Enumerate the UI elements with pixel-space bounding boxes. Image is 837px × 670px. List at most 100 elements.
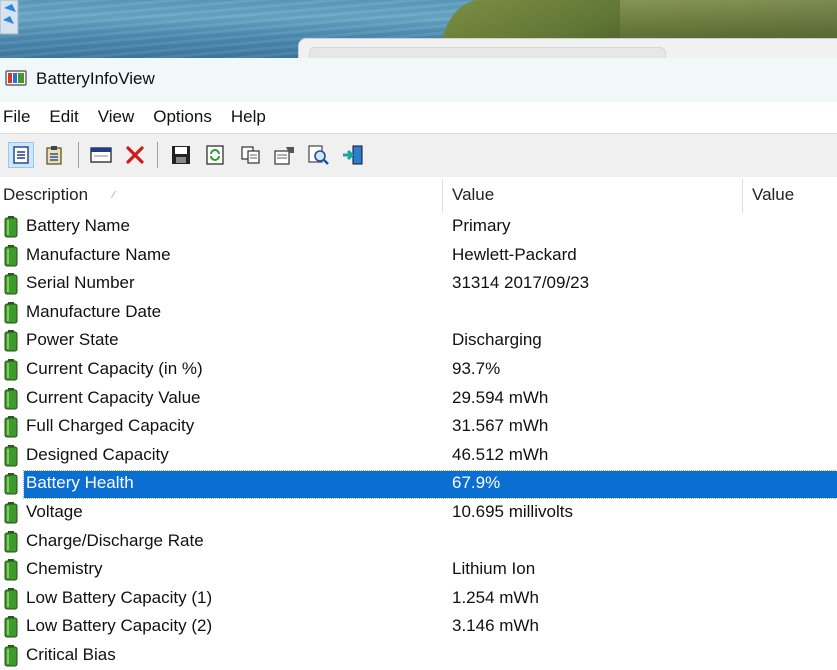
row-description: Low Battery Capacity (2) xyxy=(26,616,213,636)
battery-info-list[interactable]: Description ⁄ Value Value Battery Name Pr… xyxy=(0,177,837,670)
row-description: Charge/Discharge Rate xyxy=(26,530,204,550)
save-icon xyxy=(172,146,190,164)
row-value: 31.567 mWh xyxy=(452,416,549,436)
sort-arrow-icon: ⁄ xyxy=(113,190,115,201)
battery-icon xyxy=(4,273,18,295)
row-description: Low Battery Capacity (1) xyxy=(26,587,213,607)
column-divider[interactable] xyxy=(742,179,743,213)
row-description: Critical Bias xyxy=(26,645,116,664)
menu-file[interactable]: File xyxy=(0,107,40,127)
selection-highlight xyxy=(23,470,837,500)
properties-icon xyxy=(13,146,29,164)
battery-icon xyxy=(4,502,18,524)
row-description: Full Charged Capacity xyxy=(26,416,195,436)
refresh-button[interactable] xyxy=(202,142,228,168)
battery-icon xyxy=(4,216,18,238)
column-description-header[interactable]: Description xyxy=(3,177,88,213)
list-item[interactable]: Full Charged Capacity 31.567 mWh xyxy=(0,413,837,441)
list-item[interactable]: Serial Number 31314 2017/09/23 xyxy=(0,270,837,298)
list-item[interactable]: Manufacture Date xyxy=(0,299,837,327)
battery-icon xyxy=(4,616,18,638)
menu-help[interactable]: Help xyxy=(228,107,276,127)
battery-icon xyxy=(4,444,18,467)
row-description: Chemistry xyxy=(26,559,103,579)
row-description: Battery Health xyxy=(26,473,134,493)
exit-icon xyxy=(343,145,363,165)
menu-bar: File Edit View Options Help xyxy=(0,102,837,132)
report-button[interactable] xyxy=(41,142,67,168)
battery-icon xyxy=(4,330,18,352)
list-item[interactable]: Chemistry Lithium Ion xyxy=(0,556,837,584)
settings-icon xyxy=(274,147,294,165)
find-button[interactable] xyxy=(306,142,332,168)
row-value: Discharging xyxy=(452,330,542,350)
save-button[interactable] xyxy=(168,142,194,168)
list-item[interactable]: Designed Capacity 46.512 mWh xyxy=(0,442,837,470)
toolbar-separator xyxy=(78,142,79,168)
row-value: 67.9% xyxy=(452,473,501,493)
battery-icon xyxy=(4,645,18,667)
list-item[interactable]: Current Capacity Value 29.594 mWh xyxy=(0,385,837,413)
list-item[interactable]: Low Battery Capacity (1) 1.254 mWh xyxy=(0,585,837,613)
battery-icon xyxy=(4,359,18,381)
menu-edit[interactable]: Edit xyxy=(46,107,88,127)
app-window: BatteryInfoView File Edit View Options H… xyxy=(0,58,837,670)
battery-app-icon xyxy=(5,70,27,86)
list-item[interactable]: Critical Bias xyxy=(0,642,837,670)
row-value: 31314 2017/09/23 xyxy=(452,273,590,293)
column-value-header[interactable]: Value xyxy=(452,177,494,213)
row-value: 29.594 mWh xyxy=(452,387,549,407)
row-description: Manufacture Date xyxy=(26,301,162,321)
list-item[interactable]: Power State Discharging xyxy=(0,327,837,355)
row-value: 46.512 mWh xyxy=(452,444,549,464)
row-value: Hewlett-Packard xyxy=(452,244,577,264)
delete-button[interactable] xyxy=(122,142,148,168)
list-item[interactable]: Current Capacity (in %) 93.7% xyxy=(0,356,837,384)
list-header: Description ⁄ Value Value xyxy=(0,177,837,213)
properties-settings-button[interactable] xyxy=(272,142,298,168)
battery-icon xyxy=(4,473,18,495)
row-value: Primary xyxy=(452,216,511,235)
list-item[interactable]: Charge/Discharge Rate xyxy=(0,528,837,556)
battery-icon xyxy=(4,559,18,581)
window-icon xyxy=(90,147,112,163)
row-description: Battery Name xyxy=(26,216,130,235)
list-item[interactable]: Battery Name Primary xyxy=(0,213,837,241)
row-value: 1.254 mWh xyxy=(452,587,539,607)
battery-icon xyxy=(4,387,18,410)
toolbar xyxy=(0,133,837,178)
menu-options[interactable]: Options xyxy=(150,107,222,127)
recycle-bin-icon[interactable] xyxy=(0,0,24,52)
title-bar[interactable]: BatteryInfoView xyxy=(0,58,837,102)
row-description: Serial Number xyxy=(26,273,135,293)
column-divider[interactable] xyxy=(442,179,443,213)
battery-icon xyxy=(4,301,18,324)
row-description: Voltage xyxy=(26,502,83,521)
row-value: 93.7% xyxy=(452,359,501,378)
find-icon xyxy=(308,145,329,165)
battery-icon xyxy=(4,530,18,553)
window-button[interactable] xyxy=(88,142,114,168)
battery-icon xyxy=(4,416,18,438)
toolbar-separator xyxy=(157,142,158,168)
refresh-icon xyxy=(206,145,224,165)
menu-view[interactable]: View xyxy=(95,107,145,127)
list-item[interactable]: Battery Health 67.9% xyxy=(0,470,837,500)
row-description: Current Capacity (in %) xyxy=(26,359,203,378)
exit-button[interactable] xyxy=(340,142,366,168)
copy-button[interactable] xyxy=(238,142,264,168)
report-icon xyxy=(46,146,62,165)
battery-icon xyxy=(4,587,18,610)
battery-icon xyxy=(4,244,18,267)
list-item[interactable]: Voltage 10.695 millivolts xyxy=(0,499,837,527)
column-value2-header[interactable]: Value xyxy=(752,177,794,213)
row-description: Designed Capacity xyxy=(26,444,169,464)
row-description: Current Capacity Value xyxy=(26,387,201,407)
list-item[interactable]: Manufacture Name Hewlett-Packard xyxy=(0,242,837,270)
row-value: 10.695 millivolts xyxy=(452,502,573,521)
properties-button[interactable] xyxy=(8,142,34,168)
copy-icon xyxy=(241,146,260,164)
row-value: 3.146 mWh xyxy=(452,616,539,636)
list-item[interactable]: Low Battery Capacity (2) 3.146 mWh xyxy=(0,613,837,641)
window-title: BatteryInfoView xyxy=(36,69,155,88)
